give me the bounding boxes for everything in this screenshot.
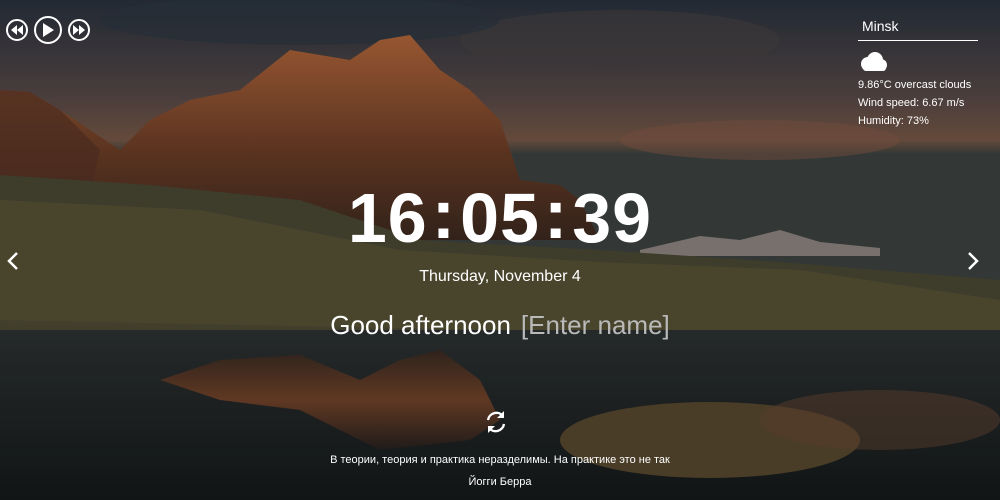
greeting-text: Good afternoon — [330, 310, 511, 340]
clock-hours: 16 — [347, 179, 428, 257]
humidity: Humidity: 73% — [858, 115, 929, 127]
city-input[interactable]: Minsk — [858, 16, 978, 41]
rewind-icon[interactable] — [6, 19, 28, 41]
name-input[interactable]: [Enter name] — [521, 310, 670, 340]
play-icon[interactable] — [34, 16, 62, 44]
audio-player — [6, 16, 90, 44]
quote-author: Йогги Берра — [468, 476, 532, 488]
fast-forward-icon[interactable] — [68, 19, 90, 41]
cloud-icon — [858, 51, 980, 75]
quote-text: В теории, теория и практика неразделимы.… — [330, 454, 670, 466]
wind-speed: Wind speed: 6.67 m/s — [858, 97, 965, 109]
weather-description: 9.86°C overcast clouds — [858, 79, 972, 91]
clock-separator: : — [543, 175, 569, 253]
clock: 16:05:39 — [0, 176, 1000, 257]
clock-minutes: 05 — [460, 179, 540, 257]
refresh-icon — [486, 411, 506, 433]
date: Thursday, November 4 — [419, 268, 581, 285]
weather-widget: Minsk 9.86°C overcast clouds Wind speed:… — [858, 16, 980, 127]
refresh-quote-button[interactable] — [482, 408, 510, 436]
greeting: Good afternoon [Enter name] — [0, 310, 1000, 341]
clock-separator: : — [431, 175, 457, 253]
clock-seconds: 39 — [572, 179, 653, 257]
